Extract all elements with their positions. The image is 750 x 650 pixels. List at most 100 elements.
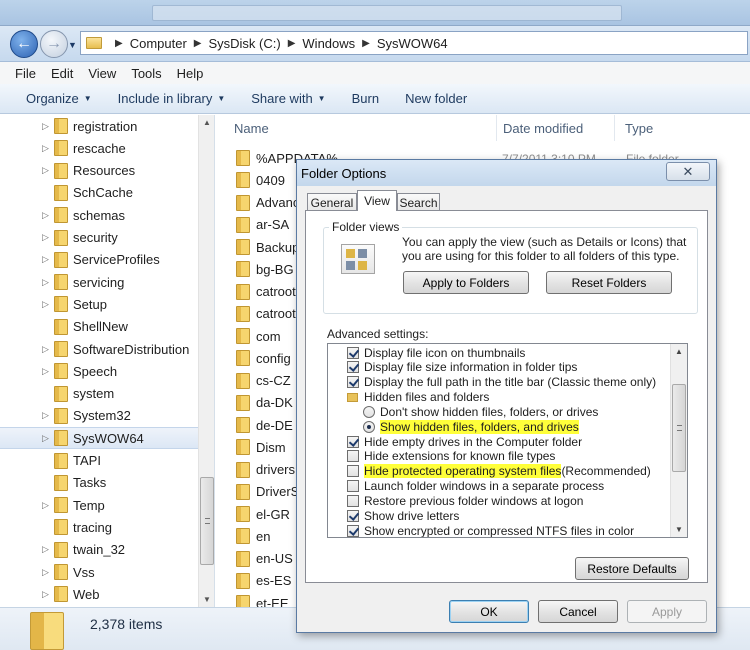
tree-item[interactable]: ▷ Web [0, 583, 200, 605]
file-row[interactable]: DriverSt [236, 481, 303, 503]
menu-file[interactable]: File [15, 66, 36, 81]
checkbox-unchecked[interactable] [347, 465, 359, 478]
file-row[interactable]: ar-SA [236, 214, 289, 236]
tree-item[interactable]: ▷ SoftwareDistribution [0, 338, 200, 360]
advanced-settings-list[interactable]: Display file icon on thumbnails Display f… [327, 343, 688, 538]
checkbox-unchecked[interactable] [347, 495, 359, 507]
expand-arrow-icon[interactable]: ▷ [42, 210, 54, 221]
advanced-scroll-thumb[interactable] [672, 384, 686, 472]
menu-edit[interactable]: Edit [51, 66, 73, 81]
file-row[interactable]: drivers [236, 459, 295, 481]
column-header-date-modified[interactable]: Date modified [497, 115, 615, 141]
tree-item[interactable]: ▷system [0, 383, 200, 405]
chevron-right-icon[interactable]: ▶ [362, 38, 370, 49]
advanced-setting-item[interactable]: Hide empty drives in the Computer folder [347, 434, 582, 449]
expand-arrow-icon[interactable]: ▷ [42, 254, 54, 265]
breadcrumb-windows[interactable]: Windows [302, 36, 355, 51]
file-row[interactable]: Dism [236, 436, 286, 458]
reset-folders-button[interactable]: Reset Folders [546, 271, 672, 294]
address-bar[interactable]: ▶ Computer ▶ SysDisk (C:) ▶ Windows ▶ Sy… [80, 31, 748, 55]
expand-arrow-icon[interactable]: ▷ [42, 299, 54, 310]
expand-arrow-icon[interactable]: ▷ [42, 500, 54, 511]
scroll-down-icon[interactable]: ▼ [203, 595, 211, 604]
ok-button[interactable]: OK [449, 600, 529, 623]
expand-arrow-icon[interactable]: ▷ [42, 277, 54, 288]
tab-view[interactable]: View [357, 190, 397, 211]
scroll-down-icon[interactable]: ▼ [675, 525, 683, 534]
tree-item[interactable]: ▷TAPI [0, 450, 200, 472]
tree-item[interactable]: ▷ servicing [0, 271, 200, 293]
advanced-setting-item[interactable]: Hide protected operating system files (R… [347, 464, 651, 479]
advanced-setting-item[interactable]: Don't show hidden files, folders, or dri… [363, 404, 598, 419]
checkbox-checked[interactable] [347, 376, 359, 389]
advanced-setting-item[interactable]: Restore previous folder windows at logon [347, 494, 583, 509]
advanced-setting-item[interactable]: Show drive letters [347, 508, 459, 523]
tree-item[interactable]: ▷ schemas [0, 204, 200, 226]
menu-view[interactable]: View [88, 66, 116, 81]
include-in-library-button[interactable]: Include in library ▼ [118, 91, 226, 106]
checkbox-checked[interactable] [347, 346, 359, 359]
nav-scrollbar[interactable]: ▲ ▼ [198, 115, 214, 607]
tree-item[interactable]: ▷ SysWOW64 [0, 427, 200, 450]
advanced-setting-item[interactable]: Hide extensions for known file types [347, 449, 555, 464]
file-row[interactable]: cs-CZ [236, 370, 291, 392]
tab-general[interactable]: General [307, 193, 357, 211]
file-row[interactable]: en-US [236, 548, 293, 570]
column-header-name[interactable]: Name [216, 115, 497, 141]
advanced-setting-item[interactable]: Show encrypted or compressed NTFS files … [347, 523, 634, 537]
expand-arrow-icon[interactable]: ▷ [42, 433, 54, 444]
menu-tools[interactable]: Tools [131, 66, 161, 81]
advanced-setting-item[interactable]: Display the full path in the title bar (… [347, 375, 656, 390]
cancel-button[interactable]: Cancel [538, 600, 618, 623]
tree-item[interactable]: ▷ rescache [0, 137, 200, 159]
tree-item[interactable]: ▷ Temp [0, 494, 200, 516]
file-row[interactable]: en [236, 525, 270, 547]
file-row[interactable]: config [236, 347, 291, 369]
tree-item[interactable]: ▷ registration [0, 115, 200, 137]
checkbox-unchecked[interactable] [347, 480, 359, 493]
nav-scroll-thumb[interactable] [200, 477, 214, 565]
tree-item[interactable]: ▷ Vss [0, 561, 200, 583]
radio-unselected[interactable] [363, 405, 375, 418]
close-button[interactable]: ✕ [666, 162, 710, 181]
tree-item[interactable]: ▷tracing [0, 516, 200, 538]
tree-item[interactable]: ▷SchCache [0, 182, 200, 204]
scroll-up-icon[interactable]: ▲ [203, 118, 211, 127]
checkbox-checked[interactable] [347, 435, 359, 448]
tree-item[interactable]: ▷ twain_32 [0, 539, 200, 561]
breadcrumb-syswow64[interactable]: SysWOW64 [377, 36, 448, 51]
new-folder-button[interactable]: New folder [405, 91, 467, 106]
breadcrumb-computer[interactable]: Computer [130, 36, 187, 51]
chevron-right-icon[interactable]: ▶ [194, 38, 202, 49]
expand-arrow-icon[interactable]: ▷ [42, 121, 54, 132]
advanced-setting-item[interactable]: Launch folder windows in a separate proc… [347, 479, 604, 494]
chevron-right-icon[interactable]: ▶ [115, 38, 123, 49]
file-row[interactable]: Backup [236, 236, 299, 258]
file-row[interactable]: catroot [236, 281, 296, 303]
burn-button[interactable]: Burn [352, 91, 379, 106]
expand-arrow-icon[interactable]: ▷ [42, 344, 54, 355]
checkbox-checked[interactable] [347, 361, 359, 374]
file-row[interactable]: 0409 [236, 169, 285, 191]
apply-button[interactable]: Apply [627, 600, 707, 623]
tree-item[interactable]: ▷ Speech [0, 360, 200, 382]
tree-item[interactable]: ▷ Setup [0, 293, 200, 315]
file-row[interactable]: Advanc [236, 192, 299, 214]
tree-item[interactable]: ▷ShellNew [0, 316, 200, 338]
chevron-right-icon[interactable]: ▶ [288, 38, 296, 49]
expand-arrow-icon[interactable]: ▷ [42, 143, 54, 154]
expand-arrow-icon[interactable]: ▷ [42, 567, 54, 578]
column-header-type[interactable]: Type [615, 115, 750, 141]
tree-item[interactable]: ▷ System32 [0, 405, 200, 427]
checkbox-checked[interactable] [347, 509, 359, 522]
radio-selected[interactable] [363, 420, 375, 433]
file-row[interactable]: es-ES [236, 570, 291, 592]
share-with-button[interactable]: Share with ▼ [251, 91, 325, 106]
checkbox-unchecked[interactable] [347, 450, 359, 463]
organize-button[interactable]: Organize ▼ [26, 91, 92, 106]
recent-pages-chevron-icon[interactable]: ▼ [68, 40, 77, 50]
advanced-settings-scrollbar[interactable]: ▲ ▼ [670, 344, 687, 537]
tree-item[interactable]: ▷ ServiceProfiles [0, 249, 200, 271]
expand-arrow-icon[interactable]: ▷ [42, 366, 54, 377]
forward-button[interactable]: → [40, 30, 68, 58]
